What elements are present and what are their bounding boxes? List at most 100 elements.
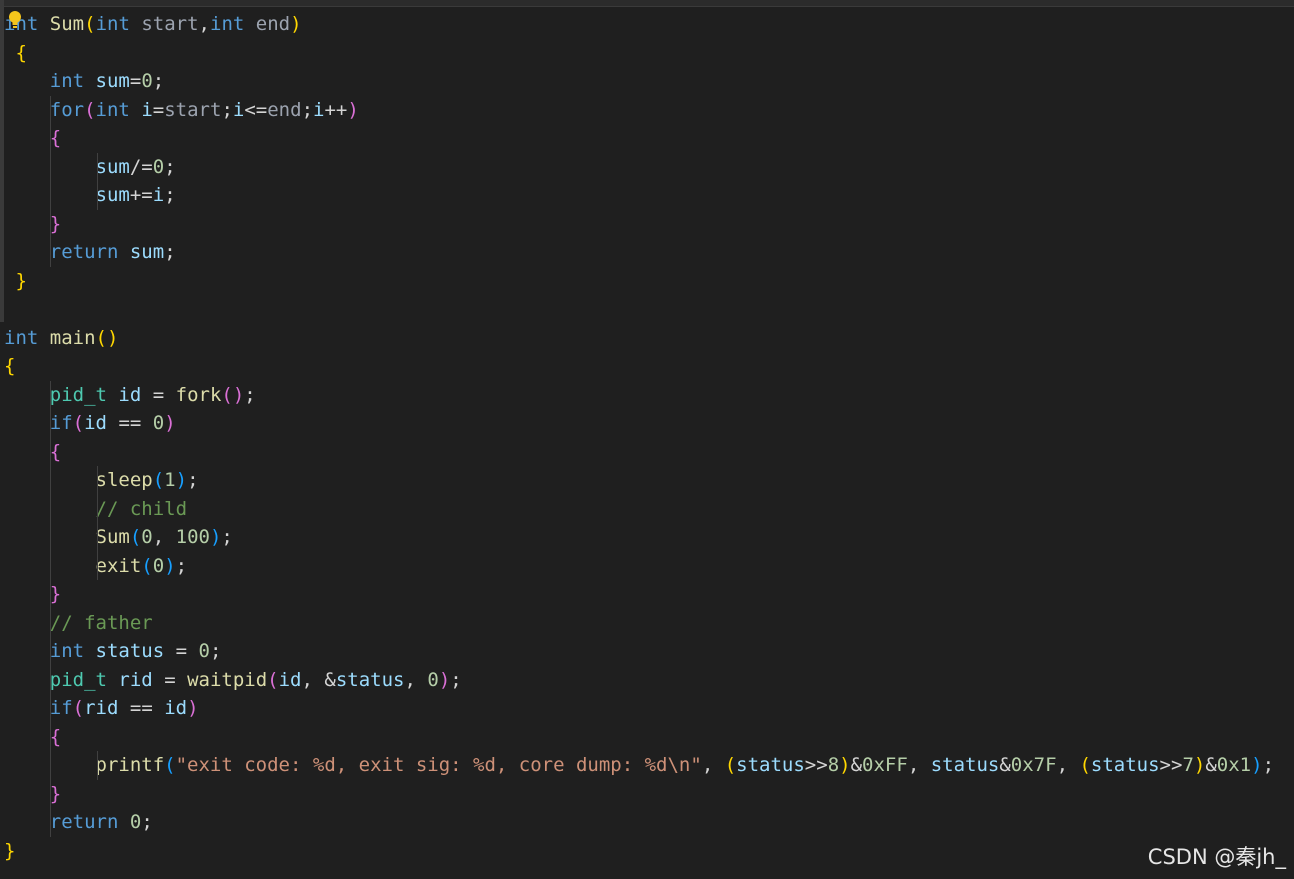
- code-line[interactable]: sum/=0;: [4, 152, 1292, 181]
- watermark: CSDN @秦jh_: [1147, 845, 1286, 869]
- indent-guide: [50, 209, 51, 238]
- code-line[interactable]: {: [4, 39, 1292, 68]
- lightbulb-icon[interactable]: [8, 10, 22, 30]
- code-token: fork: [175, 383, 222, 406]
- code-editor[interactable]: int Sum(int start,int end) { int sum=0; …: [4, 10, 1292, 865]
- code-token: if: [49, 697, 73, 719]
- code-token: 8: [827, 754, 840, 776]
- code-token: ): [839, 754, 851, 776]
- code-token: ,: [404, 668, 428, 691]
- code-line[interactable]: pid_t rid = waitpid(id, &status, 0);: [4, 665, 1292, 694]
- code-token: >>: [1159, 754, 1183, 776]
- code-token: (): [221, 383, 245, 406]
- code-line[interactable]: printf ( "exit code: %d, exit sig: %d, cor…: [4, 751, 1292, 780]
- code-token: exit: [95, 554, 142, 577]
- code-line[interactable]: {: [4, 124, 1292, 153]
- code-token: Sum: [49, 13, 85, 35]
- code-line[interactable]: {: [4, 722, 1292, 751]
- code-token: i: [152, 184, 165, 206]
- code-token: id: [118, 383, 142, 406]
- code-token: 0x1: [1216, 754, 1252, 776]
- code-line[interactable]: int sum=0;: [4, 67, 1292, 96]
- indent-guide: [50, 665, 51, 694]
- code-line[interactable]: }: [4, 779, 1292, 808]
- code-token: ): [187, 697, 199, 719]
- code-token: id: [84, 412, 107, 434]
- code-line[interactable]: {: [4, 352, 1292, 381]
- code-line[interactable]: int status = 0;: [4, 637, 1292, 666]
- code-token: waitpid: [187, 668, 268, 691]
- code-line[interactable]: [4, 295, 1292, 324]
- code-token: // father: [49, 611, 153, 634]
- code-line[interactable]: exit(0);: [4, 551, 1292, 580]
- code-line[interactable]: }: [4, 209, 1292, 238]
- indent-guide: [97, 466, 98, 495]
- code-line[interactable]: // child: [4, 494, 1292, 523]
- code-token: {: [49, 127, 62, 149]
- code-line[interactable]: }: [4, 837, 1292, 866]
- code-line[interactable]: if(id == 0): [4, 409, 1292, 438]
- code-line[interactable]: }: [4, 267, 1292, 296]
- indent-guide: [97, 523, 98, 552]
- code-token: status: [335, 668, 405, 691]
- code-token: status: [95, 640, 165, 662]
- code-token: }: [4, 839, 16, 862]
- indent-guide: [50, 751, 51, 780]
- code-line[interactable]: sum+=i;: [4, 181, 1292, 210]
- code-line[interactable]: for(int i=start;i<=end;i++): [4, 95, 1292, 124]
- code-token: =: [129, 70, 142, 92]
- code-line[interactable]: sleep(1);: [4, 466, 1292, 495]
- code-token: , &: [301, 668, 336, 691]
- code-token: 0: [129, 811, 142, 833]
- code-line[interactable]: }: [4, 580, 1292, 609]
- code-token: status: [930, 754, 1000, 776]
- indent-guide: [50, 722, 51, 751]
- code-token: ;: [1262, 754, 1275, 776]
- code-token: printf: [95, 754, 165, 776]
- indent-guide: [97, 181, 98, 210]
- code-token: main: [49, 326, 96, 349]
- code-token: i: [313, 98, 325, 121]
- code-line[interactable]: return sum;: [4, 238, 1292, 267]
- indent-guide: [50, 779, 51, 808]
- indent-guide: [97, 152, 98, 181]
- code-token: =: [152, 668, 188, 691]
- code-token: (: [724, 754, 737, 776]
- code-token: 0: [152, 155, 165, 178]
- code-line[interactable]: int main(): [4, 324, 1292, 353]
- code-line[interactable]: if(rid == id): [4, 694, 1292, 723]
- code-line[interactable]: int Sum(int start,int end): [4, 10, 1292, 39]
- code-token: int: [210, 13, 245, 35]
- code-token: status: [736, 754, 805, 776]
- code-line[interactable]: return 0;: [4, 808, 1292, 837]
- code-token: ): [175, 469, 188, 491]
- indent-guide: [50, 181, 51, 210]
- indent-guide: [50, 694, 51, 723]
- code-token: }: [49, 212, 62, 235]
- code-token: ==: [107, 412, 153, 434]
- code-line[interactable]: Sum(0, 100);: [4, 523, 1292, 552]
- code-token: status: [1090, 754, 1160, 776]
- code-token: 0xFF: [862, 754, 908, 776]
- code-line[interactable]: pid_t id = fork();: [4, 380, 1292, 409]
- code-token: "exit code: %d, exit sig: %d, core dump:…: [175, 754, 702, 776]
- code-token: i: [232, 98, 245, 121]
- code-token: ): [209, 526, 222, 548]
- code-token: ): [164, 554, 176, 577]
- code-line[interactable]: // father: [4, 608, 1292, 637]
- code-token: =: [152, 98, 165, 121]
- code-token: }: [49, 782, 62, 805]
- code-line[interactable]: {: [4, 437, 1292, 466]
